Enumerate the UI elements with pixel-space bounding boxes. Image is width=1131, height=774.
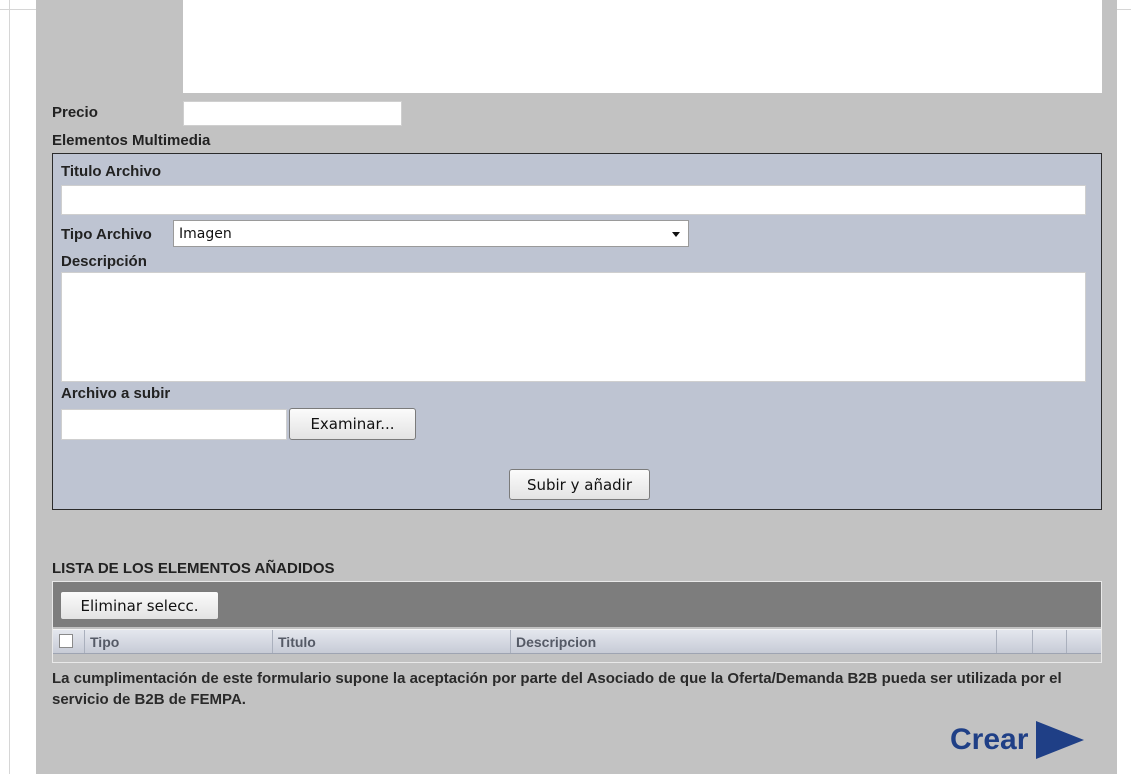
checkbox-icon[interactable] — [59, 634, 73, 648]
archivo-label: Archivo a subir — [61, 385, 171, 402]
column-extra-1 — [997, 630, 1033, 653]
examinar-button[interactable]: Examinar... — [289, 408, 416, 440]
archivo-file-input[interactable] — [61, 409, 287, 440]
column-extra-2 — [1033, 630, 1067, 653]
subir-anadir-button[interactable]: Subir y añadir — [509, 469, 650, 500]
tipo-archivo-selected: Imagen — [179, 225, 232, 242]
multimedia-section-label: Elementos Multimedia — [52, 132, 211, 149]
column-extra-3 — [1067, 630, 1101, 653]
play-arrow-icon — [1036, 721, 1085, 759]
precio-label: Precio — [52, 104, 98, 121]
grid-header: Tipo Titulo Descripcion — [53, 629, 1101, 654]
dropdown-caret-icon — [672, 232, 680, 237]
eliminar-selecc-button[interactable]: Eliminar selecc. — [60, 591, 219, 620]
column-descripcion[interactable]: Descripcion — [511, 630, 997, 653]
tipo-archivo-select[interactable]: Imagen — [173, 220, 689, 247]
descripcion-label: Descripción — [61, 253, 147, 270]
page-left-border — [0, 0, 10, 774]
crear-label: Crear — [950, 723, 1029, 756]
terms-note: La cumplimentación de este formulario su… — [52, 670, 1062, 708]
elements-grid: Eliminar selecc. Tipo Titulo Descripcion — [52, 581, 1102, 663]
crear-button[interactable]: Crear — [950, 720, 1085, 760]
descripcion-textarea[interactable] — [61, 272, 1086, 382]
tipo-archivo-label: Tipo Archivo — [61, 226, 152, 243]
list-title: LISTA DE LOS ELEMENTOS AÑADIDOS — [52, 560, 335, 577]
column-tipo[interactable]: Tipo — [85, 630, 273, 653]
titulo-archivo-input[interactable] — [61, 185, 1086, 215]
column-titulo[interactable]: Titulo — [273, 630, 511, 653]
precio-input[interactable] — [183, 101, 402, 126]
select-all-cell — [53, 630, 85, 653]
description-textarea-top[interactable] — [183, 0, 1102, 93]
titulo-archivo-label: Titulo Archivo — [61, 163, 162, 180]
